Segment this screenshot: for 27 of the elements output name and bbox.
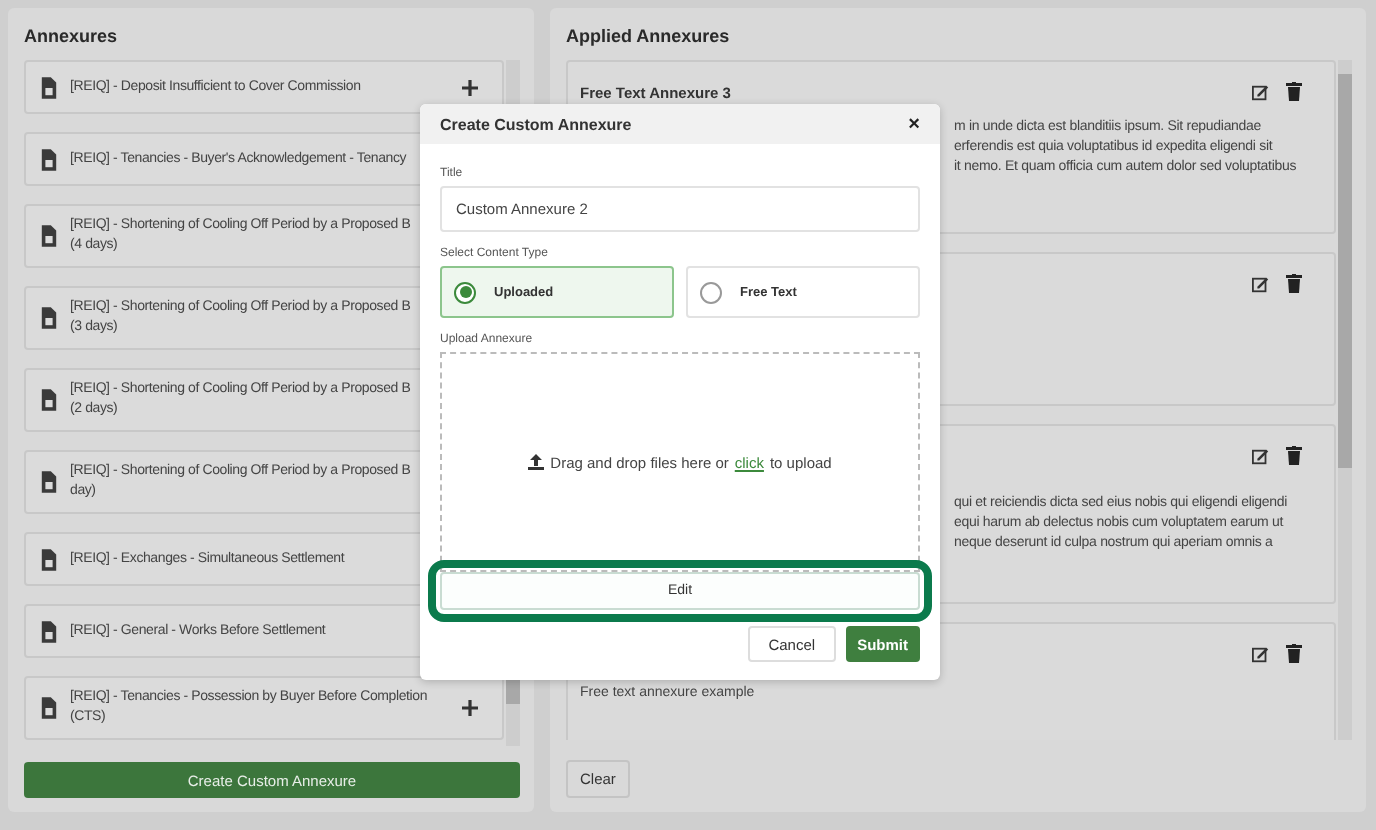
scrollbar[interactable] <box>1338 60 1352 740</box>
panel-title: Annexures <box>24 24 120 50</box>
plus-icon[interactable] <box>462 700 478 716</box>
document-icon <box>40 224 58 248</box>
document-icon <box>40 619 58 643</box>
document-icon <box>40 470 58 494</box>
document-icon <box>40 75 58 99</box>
trash-icon[interactable] <box>1286 274 1302 294</box>
document-icon <box>40 306 58 330</box>
plus-icon[interactable] <box>462 79 478 95</box>
trash-icon[interactable] <box>1286 446 1302 466</box>
edit-icon[interactable] <box>1252 83 1270 101</box>
trash-icon[interactable] <box>1286 644 1302 664</box>
trash-icon[interactable] <box>1286 82 1302 102</box>
close-button[interactable]: × <box>908 113 920 135</box>
upload-icon <box>528 454 545 470</box>
edit-icon[interactable] <box>1252 275 1270 293</box>
panel-title: Applied Annexures <box>566 24 732 50</box>
edit-icon[interactable] <box>1252 447 1270 465</box>
document-icon <box>40 696 58 720</box>
radio-button[interactable] <box>700 281 722 303</box>
radio-button[interactable] <box>454 281 476 303</box>
dialog-title: Create Custom Annexure <box>440 115 632 133</box>
document-icon <box>40 388 58 412</box>
edit-icon[interactable] <box>1252 645 1270 663</box>
document-icon <box>40 147 58 171</box>
document-icon <box>40 547 58 571</box>
